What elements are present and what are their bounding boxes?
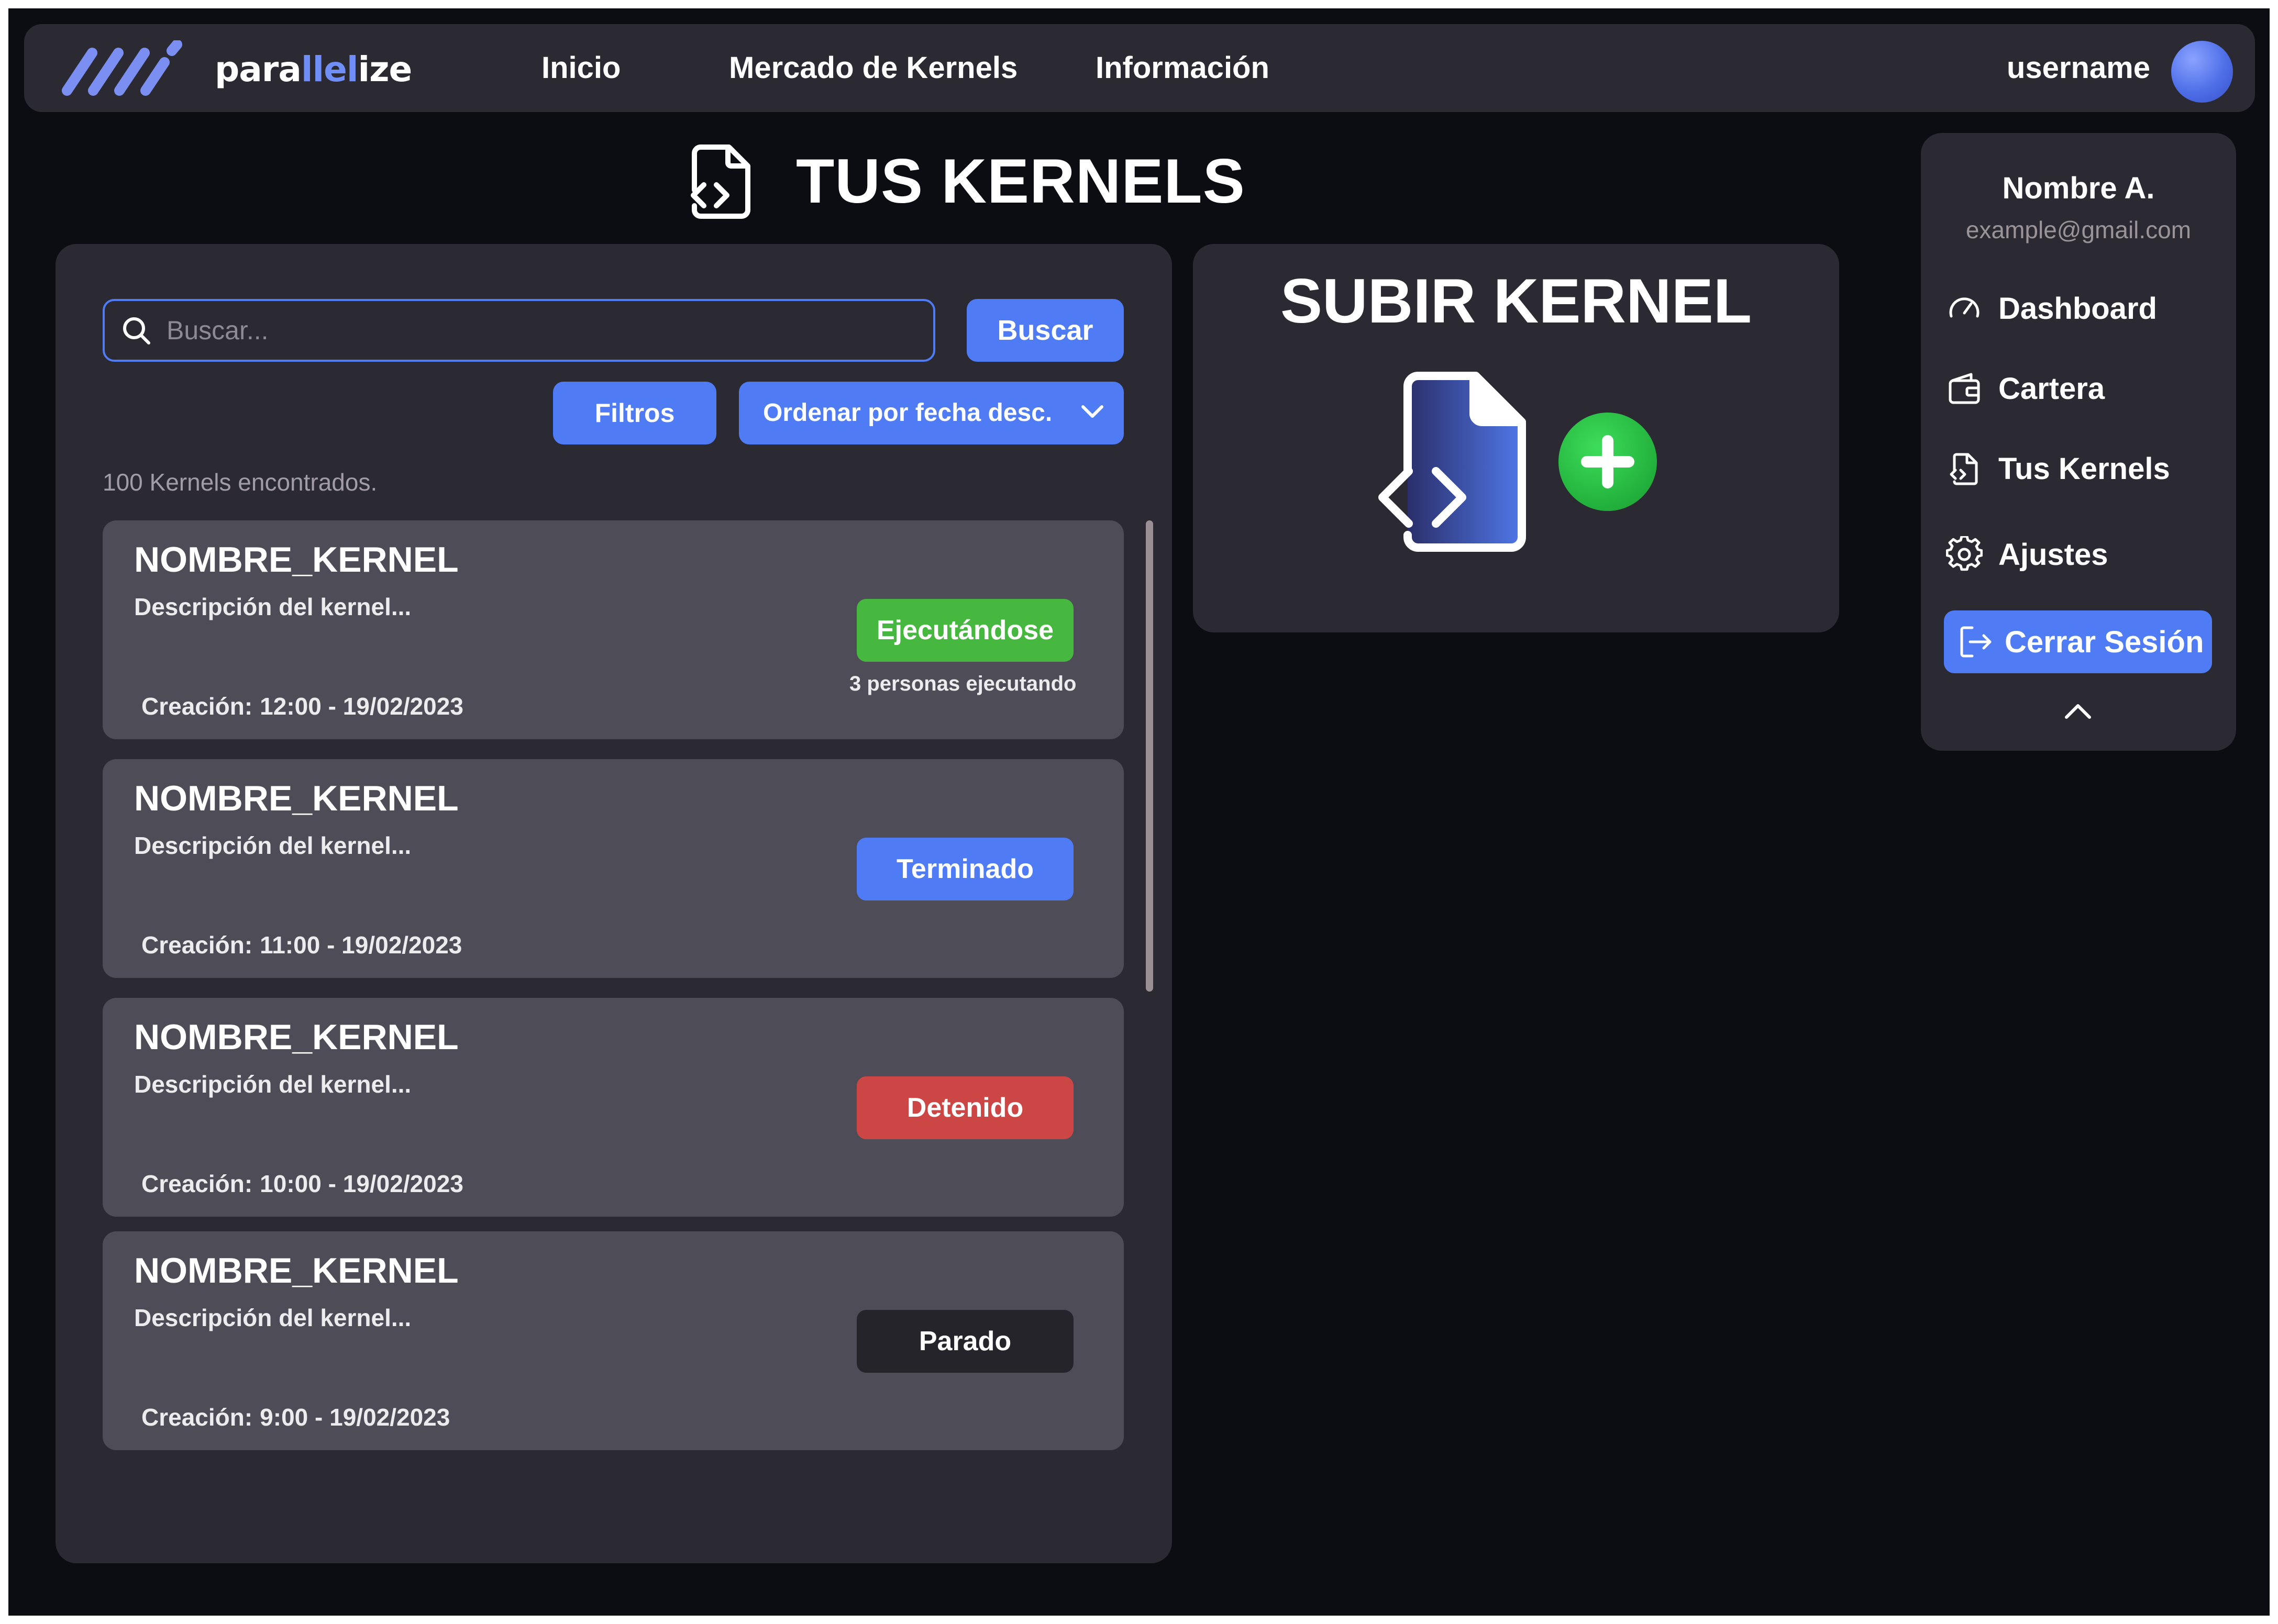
status-badge[interactable]: Terminado <box>857 838 1074 900</box>
kernel-card[interactable]: NOMBRE_KERNEL Descripción del kernel... … <box>103 1231 1124 1450</box>
menu-item-dashboard[interactable]: Dashboard <box>1946 285 2157 332</box>
logout-button[interactable]: Cerrar Sesión <box>1944 610 2212 673</box>
top-navbar: parallelize Inicio Mercado de Kernels In… <box>24 24 2255 112</box>
page-header: TUS KERNELS <box>684 139 1245 223</box>
menu-item-cartera[interactable]: Cartera <box>1946 365 2105 412</box>
kernel-description: Descripción del kernel... <box>134 1071 412 1098</box>
kernel-created: Creación: 9:00 - 19/02/2023 <box>141 1404 450 1431</box>
nav-link-inicio[interactable]: Inicio <box>541 24 621 112</box>
status-badge[interactable]: Ejecutándose <box>857 599 1074 662</box>
user-email: example@gmail.com <box>1965 216 2192 243</box>
menu-item-tus-kernels[interactable]: Tus Kernels <box>1946 445 2170 492</box>
kernel-description: Descripción del kernel... <box>134 832 412 859</box>
search-field[interactable] <box>103 299 935 362</box>
gear-icon <box>1946 536 1983 571</box>
upload-title: SUBIR KERNEL <box>1280 266 1752 336</box>
chevron-down-icon <box>1081 405 1103 418</box>
user-dropdown-menu: Nombre A. example@gmail.com Dashboard Ca… <box>1921 133 2236 751</box>
search-input[interactable] <box>167 315 900 346</box>
kernel-description: Descripción del kernel... <box>134 593 412 620</box>
search-icon <box>123 317 150 344</box>
kernel-created: Creación: 12:00 - 19/02/2023 <box>141 693 463 720</box>
brand-logo[interactable]: parallelize <box>60 40 412 97</box>
logout-icon <box>1960 626 1992 658</box>
wallet-icon <box>1949 373 1980 404</box>
status-badge[interactable]: Detenido <box>857 1076 1074 1139</box>
user-name: Nombre A. <box>2002 171 2155 205</box>
kernel-runners: 3 personas ejecutando <box>849 672 1077 695</box>
filters-button[interactable]: Filtros <box>553 382 716 444</box>
page-title: TUS KERNELS <box>796 146 1245 216</box>
nav-link-mercado[interactable]: Mercado de Kernels <box>729 24 1018 112</box>
kernel-created: Creación: 10:00 - 19/02/2023 <box>141 1170 463 1197</box>
results-count: 100 Kernels encontrados. <box>103 469 378 496</box>
file-code-icon <box>1378 372 1526 552</box>
plus-glyph <box>1581 435 1634 488</box>
menu-item-ajustes[interactable]: Ajustes <box>1946 531 2108 578</box>
brand-name: parallelize <box>215 49 412 90</box>
status-badge[interactable]: Parado <box>857 1310 1074 1373</box>
logo-stripes-icon <box>62 40 182 96</box>
nav-link-informacion[interactable]: Información <box>1096 24 1269 112</box>
avatar[interactable] <box>2171 41 2233 103</box>
sort-selected-value: Ordenar por fecha desc. <box>763 399 1053 427</box>
nav-username[interactable]: username <box>2007 24 2150 112</box>
kernel-card[interactable]: NOMBRE_KERNEL Descripción del kernel... … <box>103 520 1124 739</box>
kernel-list-panel: Buscar Filtros Ordenar por fecha desc. 1… <box>56 244 1172 1563</box>
kernel-name: NOMBRE_KERNEL <box>134 778 459 818</box>
gauge-icon <box>1949 297 1980 318</box>
sort-select[interactable]: Ordenar por fecha desc. <box>739 382 1124 444</box>
kernel-card[interactable]: NOMBRE_KERNEL Descripción del kernel... … <box>103 759 1124 978</box>
chevron-up-icon[interactable] <box>2063 703 2093 720</box>
kernel-name: NOMBRE_KERNEL <box>134 540 459 580</box>
list-scrollbar-thumb[interactable] <box>1146 520 1153 992</box>
plus-icon[interactable] <box>1558 413 1657 511</box>
kernel-card[interactable]: NOMBRE_KERNEL Descripción del kernel... … <box>103 998 1124 1217</box>
file-code-icon <box>1950 453 1978 485</box>
file-code-icon <box>691 144 750 219</box>
kernel-name: NOMBRE_KERNEL <box>134 1017 459 1057</box>
kernel-created: Creación: 11:00 - 19/02/2023 <box>141 931 462 959</box>
upload-kernel-panel[interactable]: SUBIR KERNEL <box>1193 244 1839 632</box>
kernel-description: Descripción del kernel... <box>134 1304 412 1331</box>
app-window: parallelize Inicio Mercado de Kernels In… <box>8 8 2270 1616</box>
search-button[interactable]: Buscar <box>967 299 1124 362</box>
kernel-name: NOMBRE_KERNEL <box>134 1251 459 1291</box>
